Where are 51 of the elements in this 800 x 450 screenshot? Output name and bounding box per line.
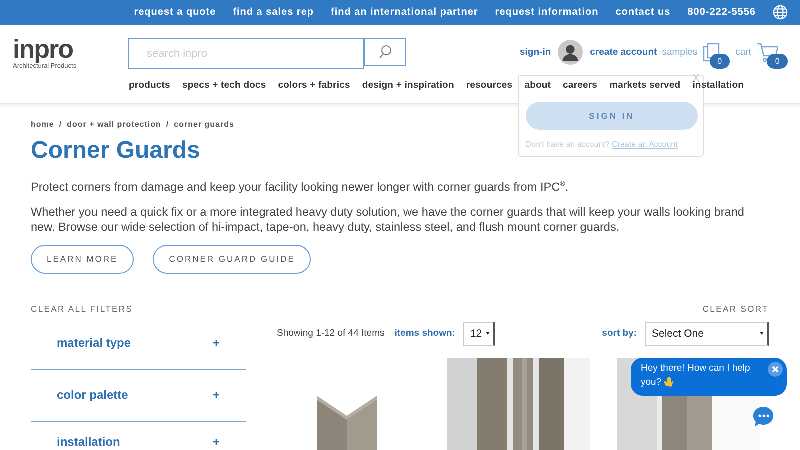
items-shown-label: items shown: (394, 328, 456, 340)
nav-item[interactable]: design + inspiration (362, 80, 454, 91)
search-icon (378, 45, 392, 59)
description: Protect corners from damage and keep your facility looking newer longer with corner guards from IPC$^{®}$. (31, 178, 570, 195)
filter-toggle[interactable]: color palette + (31, 370, 246, 422)
nav-item[interactable]: specs + tech docs (182, 80, 266, 91)
top-link[interactable]: find an international partner (331, 7, 478, 18)
filter-toggle[interactable]: material type + (31, 318, 246, 370)
chat-message: Hey there! How can I help you? (641, 363, 750, 388)
caret-icon (486, 332, 490, 336)
samples-count-badge: 0 (710, 54, 730, 68)
top-link[interactable]: find a sales rep (233, 7, 314, 18)
nav-item[interactable]: about (524, 80, 552, 91)
cart-count-badge: 0 (767, 54, 788, 68)
breadcrumb-separator: / (59, 120, 62, 129)
cart-icon[interactable] (756, 42, 778, 62)
page-title: Corner Guards (31, 137, 200, 165)
top-link[interactable]: contact us (616, 7, 671, 18)
nav-item[interactable]: products (129, 80, 170, 91)
breadcrumb-link[interactable]: corner guards (174, 120, 234, 129)
avatar-icon[interactable] (558, 40, 584, 65)
outline-button[interactable]: LEARN MORE (31, 244, 134, 274)
items-shown-select[interactable]: 12 (463, 322, 496, 346)
top-link[interactable]: 800-222-5556 (688, 7, 756, 18)
sign-in-link[interactable]: sign-in (520, 47, 552, 58)
logo[interactable]: inpro (13, 35, 77, 63)
globe-icon[interactable] (773, 5, 788, 20)
clear-filters-link[interactable]: CLEAR ALL FILTERS (31, 304, 134, 314)
clear-sort-link[interactable]: CLEAR SORT (702, 304, 769, 314)
waving-hand-icon (664, 377, 674, 388)
create-account-link[interactable]: create account (590, 47, 658, 58)
nav-item[interactable]: markets served (610, 80, 681, 91)
breadcrumb-link[interactable]: home (31, 120, 54, 129)
close-button[interactable] (768, 362, 783, 377)
nav-item[interactable]: careers (563, 80, 598, 91)
nav-item[interactable]: colors + fabrics (278, 80, 350, 91)
sort-select[interactable]: Select One (645, 322, 769, 346)
filter-toggle[interactable]: installation + (31, 422, 246, 450)
outline-button[interactable]: CORNER GUARD GUIDE (153, 244, 312, 274)
results-count: Showing 1-12 of 44 Items (277, 328, 385, 340)
caret-icon (760, 332, 764, 336)
chat-button[interactable] (753, 406, 775, 428)
search-button[interactable] (364, 38, 406, 66)
top-link[interactable]: request information (495, 7, 599, 18)
sort-label: sort by: (602, 328, 637, 340)
nav-item[interactable]: installation (692, 80, 744, 91)
description: Whether you need a quick fix or a more integrated heavy duty solution, we have the corner guards that will keep your walls looking brand new. Browse our wide selection of hi-impact, tape-on, heavy duty, stainless steel, and flush mount corner guards. (31, 204, 746, 235)
top-link[interactable]: request a quote (134, 7, 216, 18)
nav-item[interactable]: resources (466, 80, 513, 91)
breadcrumb-separator: / (166, 120, 170, 129)
breadcrumb-link[interactable]: door + wall protection (67, 120, 162, 129)
